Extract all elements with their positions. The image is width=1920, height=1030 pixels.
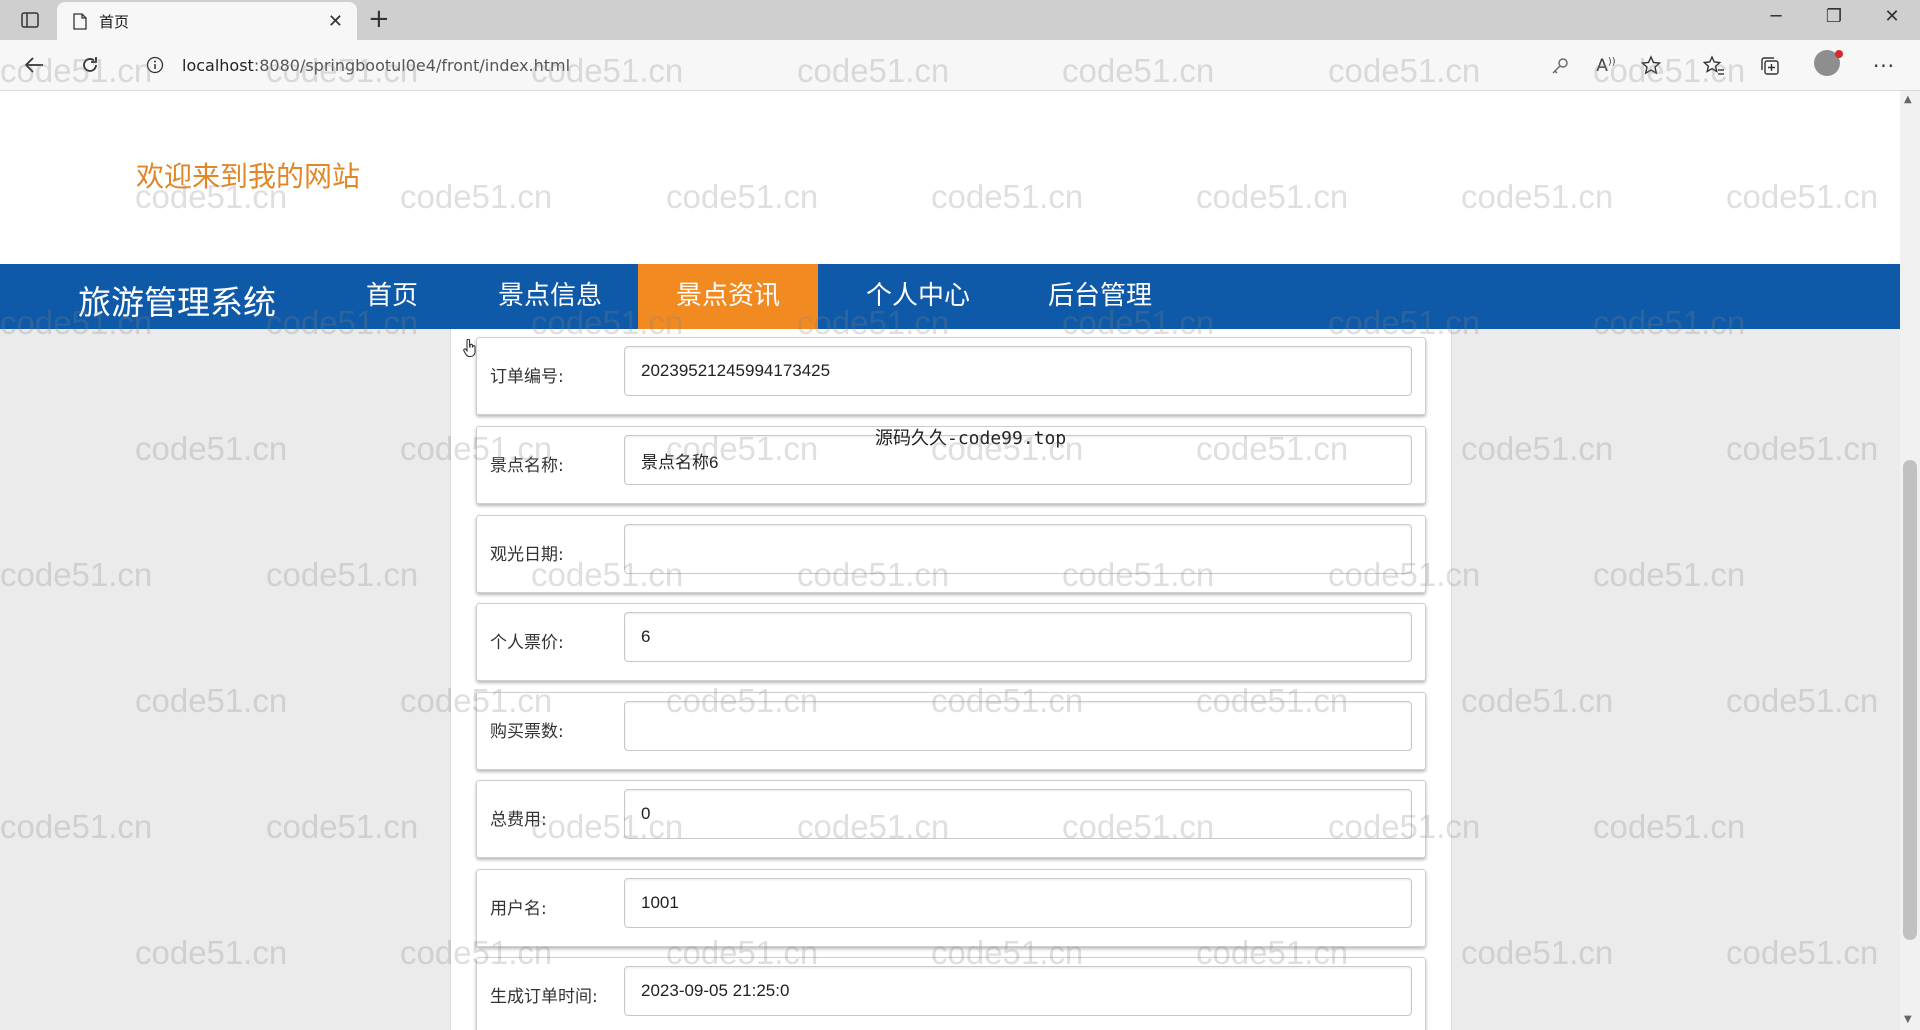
- field-ticket-price: 个人票价:: [476, 603, 1426, 681]
- refresh-icon[interactable]: [74, 50, 106, 80]
- field-label: 景点名称:: [490, 456, 564, 476]
- info-icon[interactable]: [146, 56, 164, 74]
- main-navbar: 旅游管理系统 首页 景点信息 景点资讯 个人中心 后台管理: [0, 264, 1900, 329]
- tab-title: 首页: [99, 12, 130, 31]
- new-tab-icon[interactable]: +: [368, 4, 390, 34]
- close-icon[interactable]: ✕: [328, 11, 343, 32]
- total-cost-input[interactable]: [624, 789, 1412, 839]
- field-label: 个人票价:: [490, 633, 564, 653]
- welcome-text: 欢迎来到我的网站: [136, 160, 361, 193]
- minimize-icon[interactable]: ─: [1756, 6, 1796, 27]
- sidebar-toggle-icon[interactable]: [14, 6, 46, 34]
- field-order-time: 生成订单时间:: [476, 957, 1426, 1030]
- more-icon[interactable]: ···: [1870, 52, 1898, 80]
- username-input[interactable]: [624, 878, 1412, 928]
- scroll-up-icon[interactable]: ▲: [1904, 94, 1912, 105]
- nav-personal-center[interactable]: 个人中心: [828, 264, 1008, 329]
- nav-attractions[interactable]: 景点信息: [460, 264, 640, 329]
- field-label: 订单编号:: [490, 367, 564, 387]
- browser-tab[interactable]: 首页 ✕: [57, 2, 357, 40]
- field-label: 用户名:: [490, 899, 547, 919]
- nav-home[interactable]: 首页: [328, 264, 456, 329]
- browser-tab-bar: 首页 ✕ + ─ ❐ ✕: [0, 0, 1920, 40]
- site-brand: 旅游管理系统: [78, 283, 276, 322]
- overlay-note: 源码久久-code99.top: [875, 428, 1067, 449]
- order-number-input[interactable]: [624, 346, 1412, 396]
- page-icon: [73, 12, 87, 30]
- key-icon[interactable]: [1546, 52, 1574, 80]
- scroll-down-icon[interactable]: ▼: [1904, 1014, 1912, 1025]
- maximize-icon[interactable]: ❐: [1814, 6, 1854, 27]
- nav-admin[interactable]: 后台管理: [1010, 264, 1190, 329]
- field-label: 购买票数:: [490, 722, 564, 742]
- address-bar: localhost:8080/springbootul0e4/front/ind…: [0, 40, 1920, 91]
- page-viewport: 欢迎来到我的网站 旅游管理系统 首页 景点信息 景点资讯 个人中心 后台管理 订…: [0, 91, 1900, 1030]
- order-time-input[interactable]: [624, 966, 1412, 1016]
- field-total-cost: 总费用:: [476, 780, 1426, 858]
- collections-icon[interactable]: [1756, 52, 1784, 80]
- field-order-number: 订单编号:: [476, 337, 1426, 415]
- url-path: :8080/springbootul0e4/front/index.html: [253, 55, 571, 75]
- url-field[interactable]: localhost:8080/springbootul0e4/front/ind…: [132, 46, 1562, 84]
- close-window-icon[interactable]: ✕: [1872, 6, 1912, 27]
- ticket-price-input[interactable]: [624, 612, 1412, 662]
- visit-date-input[interactable]: [624, 524, 1412, 574]
- nav-news[interactable]: 景点资讯: [638, 264, 819, 329]
- favorite-add-icon[interactable]: [1638, 52, 1666, 80]
- url-host: localhost: [182, 55, 254, 75]
- url-text: localhost:8080/springbootul0e4/front/ind…: [182, 56, 570, 75]
- field-visit-date: 观光日期:: [476, 515, 1426, 593]
- site-header: 欢迎来到我的网站: [0, 91, 1900, 264]
- favorites-icon[interactable]: [1700, 52, 1728, 80]
- notification-dot: [1835, 50, 1843, 58]
- field-label: 生成订单时间:: [490, 987, 598, 1007]
- hand-cursor-icon: [463, 338, 477, 361]
- field-label: 观光日期:: [490, 545, 564, 565]
- ticket-quantity-input[interactable]: [624, 701, 1412, 751]
- scroll-thumb[interactable]: [1903, 460, 1917, 940]
- field-ticket-quantity: 购买票数:: [476, 692, 1426, 770]
- field-username: 用户名:: [476, 869, 1426, 947]
- back-icon[interactable]: [18, 50, 50, 80]
- field-label: 总费用:: [490, 810, 547, 830]
- read-aloud-icon[interactable]: A)): [1592, 52, 1620, 80]
